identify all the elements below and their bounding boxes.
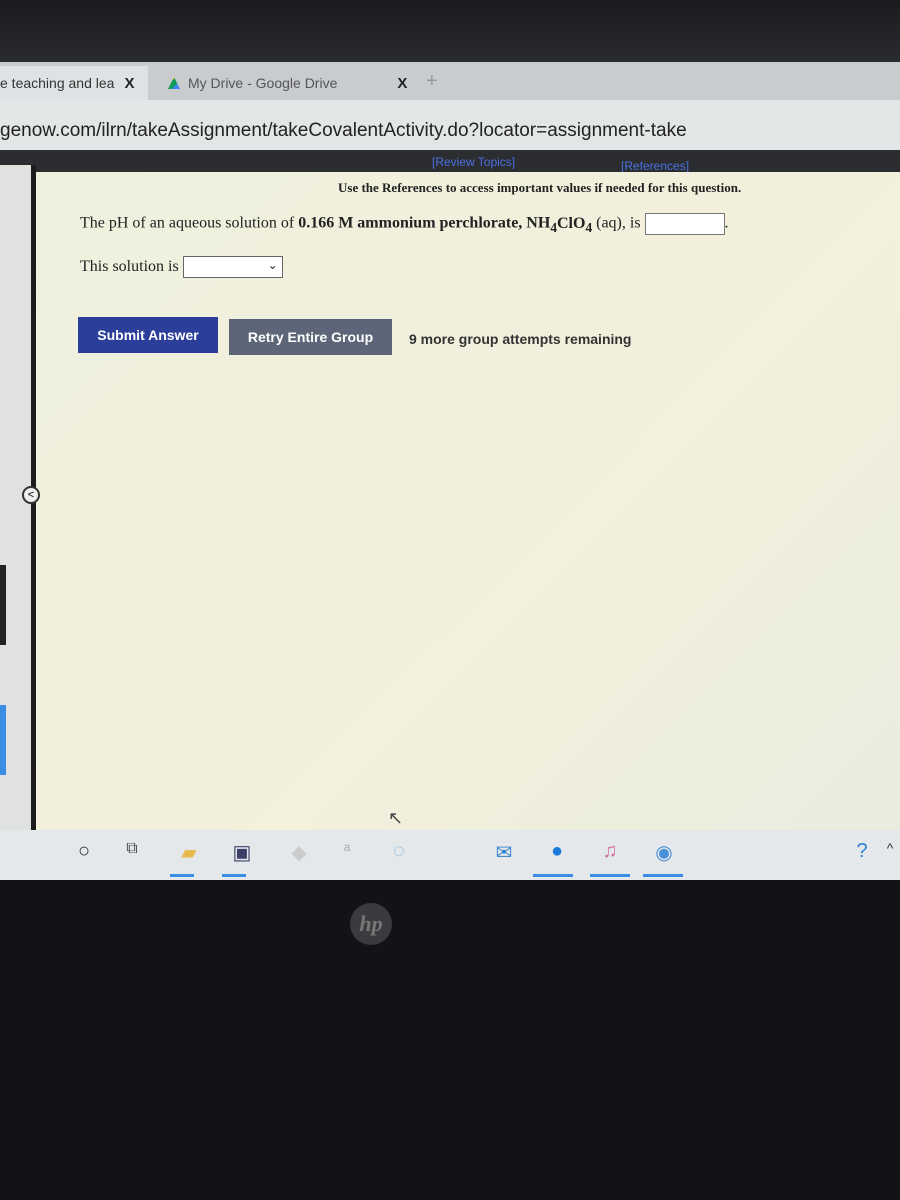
tab-google-drive[interactable]: My Drive - Google Drive X — [148, 66, 448, 100]
collapse-sidebar-icon[interactable]: < — [22, 486, 40, 504]
mouse-cursor-icon: ↖ — [388, 808, 404, 828]
new-tab-button[interactable]: + — [426, 70, 438, 93]
google-drive-icon — [168, 77, 180, 89]
address-bar[interactable]: genow.com/ilrn/takeAssignment/takeCovale… — [0, 100, 900, 152]
tab-bar: e teaching and lea X My Drive - Google Dr… — [0, 62, 900, 100]
references-note: Use the References to access important v… — [338, 180, 742, 195]
solution-select[interactable]: ⌄ — [182, 256, 283, 278]
q-clo: ClO — [556, 214, 586, 232]
close-icon[interactable]: X — [124, 75, 134, 92]
solution-label: This solution is — [80, 258, 179, 275]
active-indicator — [590, 874, 630, 877]
store-icon[interactable]: ▣ — [228, 840, 256, 868]
review-topics-link[interactable]: [Review Topics] — [432, 155, 515, 169]
tab-teaching[interactable]: e teaching and lea X — [0, 66, 148, 100]
question-text: The pH of an aqueous solution of 0.166 M… — [80, 213, 729, 236]
app-icon[interactable]: a — [333, 840, 361, 868]
sidebar-marker — [0, 705, 6, 775]
app-icon[interactable]: ◌ — [385, 840, 413, 868]
tab-label: e teaching and lea — [0, 75, 115, 91]
q-sub: 4 — [550, 219, 557, 235]
help-icon[interactable]: ? — [848, 840, 876, 868]
itunes-icon[interactable]: ♫ — [596, 840, 624, 868]
active-indicator — [170, 874, 194, 877]
active-indicator — [222, 874, 246, 877]
cortana-icon[interactable]: ○ — [70, 840, 98, 868]
active-indicator — [643, 874, 683, 877]
ph-answer-input[interactable] — [644, 213, 725, 235]
sidebar-marker — [0, 565, 6, 645]
edge-icon[interactable]: ● — [543, 840, 571, 868]
screen-top-bezel — [0, 0, 900, 64]
chevron-up-icon[interactable]: ^ — [876, 840, 900, 868]
tab-label: My Drive - Google Drive — [188, 75, 338, 91]
chevron-down-icon: ⌄ — [267, 258, 278, 272]
chrome-icon[interactable]: ◉ — [650, 840, 678, 868]
app-icon[interactable]: ◆ — [285, 840, 313, 868]
references-link[interactable]: [References] — [621, 159, 689, 173]
file-explorer-icon[interactable]: ▰ — [175, 840, 203, 868]
task-view-icon[interactable]: ⧉ — [118, 840, 146, 868]
active-indicator — [533, 874, 573, 877]
mail-icon[interactable]: ✉ — [490, 840, 518, 868]
q-bold: 0.166 M ammonium perchlorate, NH — [298, 214, 551, 232]
period: . — [724, 214, 729, 232]
q-post: (aq), is — [592, 214, 641, 232]
retry-group-button[interactable]: Retry Entire Group — [229, 319, 392, 355]
submit-answer-button[interactable]: Submit Answer — [78, 317, 218, 353]
attempts-remaining: 9 more group attempts remaining — [409, 331, 632, 347]
q-pre: The pH of an aqueous solution of — [80, 214, 299, 232]
hp-logo: hp — [350, 903, 392, 945]
close-icon[interactable]: X — [397, 75, 407, 92]
solution-row: This solution is ⌄ — [80, 256, 283, 278]
